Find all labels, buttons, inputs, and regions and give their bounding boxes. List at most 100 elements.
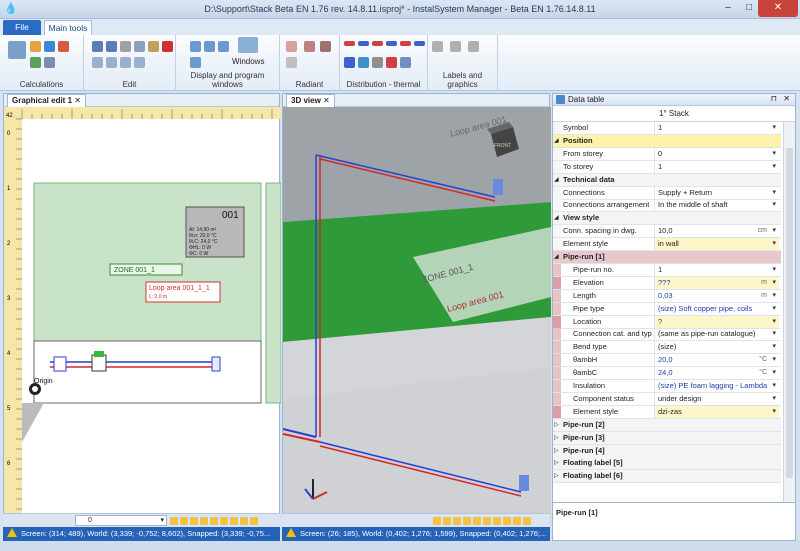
row-value[interactable]: ??? m ▾ [654, 276, 779, 289]
pipe-pair-icon[interactable] [400, 41, 411, 46]
upper-radiator[interactable] [493, 179, 503, 195]
row-value[interactable]: (size) Soft copper pipe, coils ▾ [654, 302, 779, 315]
selected-stack[interactable] [91, 354, 107, 372]
pin-icon[interactable]: ⊓ [771, 94, 777, 103]
manifold-icon[interactable] [320, 41, 331, 52]
snap-icon[interactable] [170, 517, 178, 525]
3d-canvas[interactable]: ZONE 001_1 Loop area 001 Loop area 001 F… [283, 107, 551, 527]
close-icon[interactable]: ✕ [783, 94, 790, 103]
row-value[interactable]: ? ▾ [654, 315, 779, 328]
label-line-icon[interactable] [450, 41, 461, 52]
pump-icon[interactable] [386, 57, 397, 68]
main-tools-tab[interactable]: Main tools [44, 20, 92, 35]
tab-3d-view[interactable]: 3D view ✕ [286, 94, 335, 107]
table-row[interactable]: Insulation (size) PE foam lagging - Lambd… [553, 380, 781, 393]
row-value[interactable]: in wall ▾ [654, 238, 779, 251]
chevron-down-icon[interactable]: ▾ [772, 316, 776, 328]
pipe-blue-icon[interactable] [358, 41, 369, 46]
scroll-thumb[interactable] [786, 148, 793, 478]
calculator-icon[interactable] [8, 41, 26, 59]
snap-icon[interactable] [493, 517, 501, 525]
snap-icon[interactable] [483, 517, 491, 525]
table-section[interactable]: ◢ Pipe-run [1] [553, 251, 781, 264]
zoom-extents-icon[interactable] [218, 41, 229, 52]
table-row[interactable]: Symbol 1 ▾ [553, 122, 781, 135]
file-tab[interactable]: File [3, 20, 41, 35]
table-group-collapsed[interactable]: ▷ Floating label [5] [553, 457, 781, 471]
chevron-down-icon[interactable]: ▾ [772, 264, 776, 276]
rotate-icon[interactable] [120, 57, 131, 68]
table-row[interactable]: Bend type (size) ▾ [553, 341, 781, 355]
table-row[interactable]: Elevation??? m ▾ [553, 276, 781, 290]
riser-symbol[interactable] [211, 356, 221, 372]
chevron-down-icon[interactable]: ▾ [772, 406, 776, 418]
stack-symbol[interactable] [53, 356, 67, 372]
gear-icon[interactable] [400, 57, 411, 68]
redo-icon[interactable] [106, 41, 117, 52]
check-icon[interactable] [30, 57, 41, 68]
delete-icon[interactable] [162, 41, 173, 52]
data-table-scrollbar[interactable] [783, 122, 795, 502]
row-value[interactable]: 0 ▾ [654, 147, 779, 160]
radiant-icon[interactable] [286, 41, 297, 52]
lower-radiator[interactable] [519, 475, 529, 491]
close-button[interactable]: ✕ [758, 0, 798, 17]
level-select[interactable]: 0 ▾ [75, 515, 167, 526]
row-value[interactable]: 10,0 cm ▾ [654, 225, 779, 238]
row-value[interactable]: 1 ▾ [654, 263, 779, 276]
snap-icon[interactable] [433, 517, 441, 525]
table-row[interactable]: Pipe-run no. 1 ▾ [553, 263, 781, 277]
row-value[interactable]: Supply + Return ▾ [654, 186, 779, 199]
row-value[interactable]: 0,03 m ▾ [654, 289, 779, 302]
row-value[interactable]: (size) PE foam lagging - Lambda ▾ [654, 380, 779, 392]
valve-icon[interactable] [372, 57, 383, 68]
snap-icon[interactable] [473, 517, 481, 525]
riser-icon[interactable] [344, 57, 355, 68]
row-value[interactable]: (size) ▾ [654, 341, 779, 354]
windows-button[interactable]: Windows [232, 57, 264, 66]
table-row[interactable]: Conn. spacing in dwg. 10,0 cm ▾ [553, 225, 781, 239]
table-row[interactable]: Pipe type (size) Soft copper pipe, coils ▾ [553, 302, 781, 316]
windows-icon[interactable] [238, 37, 258, 53]
pipe-supply-icon[interactable] [386, 41, 397, 46]
chevron-down-icon[interactable]: ▾ [772, 225, 776, 237]
warning-icon[interactable] [286, 528, 296, 537]
row-value[interactable]: 1 ▾ [654, 122, 779, 134]
table-row[interactable]: Connections arrangement In the middle of … [553, 199, 781, 213]
table-section[interactable]: ◢ Technical data [553, 173, 781, 187]
snap-icon[interactable] [523, 517, 531, 525]
row-value[interactable]: under design ▾ [654, 392, 779, 405]
row-value[interactable]: 24,0 °C ▾ [654, 367, 779, 380]
table-row[interactable]: Length 0,03 m ▾ [553, 289, 781, 303]
chevron-down-icon[interactable]: ▾ [772, 354, 776, 366]
zone-icon[interactable] [286, 57, 297, 68]
chevron-down-icon[interactable]: ▾ [772, 341, 776, 353]
snap-icon[interactable] [240, 517, 248, 525]
snap-icon[interactable] [453, 517, 461, 525]
row-value[interactable]: In the middle of shaft ▾ [654, 199, 779, 212]
radiator-icon[interactable] [30, 41, 41, 52]
tab-graphical-edit[interactable]: Graphical edit 1 ✕ [7, 94, 86, 107]
list-icon[interactable] [44, 57, 55, 68]
table-row[interactable]: Element style in wall ▾ [553, 238, 781, 252]
chevron-down-icon[interactable]: ▾ [772, 328, 776, 340]
graphical-canvas[interactable]: 4201234567 001 At: 14,90 m² θi,n: 20,0 °… [4, 107, 281, 527]
chevron-down-icon[interactable]: ▾ [772, 199, 776, 211]
chevron-down-icon[interactable]: ▾ [772, 122, 776, 134]
table-row[interactable]: Component status under design ▾ [553, 392, 781, 406]
pipe-return-icon[interactable] [372, 41, 383, 46]
chevron-down-icon[interactable]: ▾ [772, 303, 776, 315]
zoom-window-icon[interactable] [190, 57, 201, 68]
table-row[interactable]: Element style dzi-zas ▾ [553, 405, 781, 419]
warning-icon[interactable] [7, 528, 17, 537]
chevron-down-icon[interactable]: ▾ [772, 148, 776, 160]
copy-icon[interactable] [134, 41, 145, 52]
snap-icon[interactable] [250, 517, 258, 525]
select-icon[interactable] [92, 57, 103, 68]
chevron-down-icon[interactable]: ▾ [772, 187, 776, 199]
paste-icon[interactable] [148, 41, 159, 52]
pipe-pair2-icon[interactable] [414, 41, 425, 46]
snap-icon[interactable] [463, 517, 471, 525]
snap-icon[interactable] [200, 517, 208, 525]
pipe-red-icon[interactable] [344, 41, 355, 46]
